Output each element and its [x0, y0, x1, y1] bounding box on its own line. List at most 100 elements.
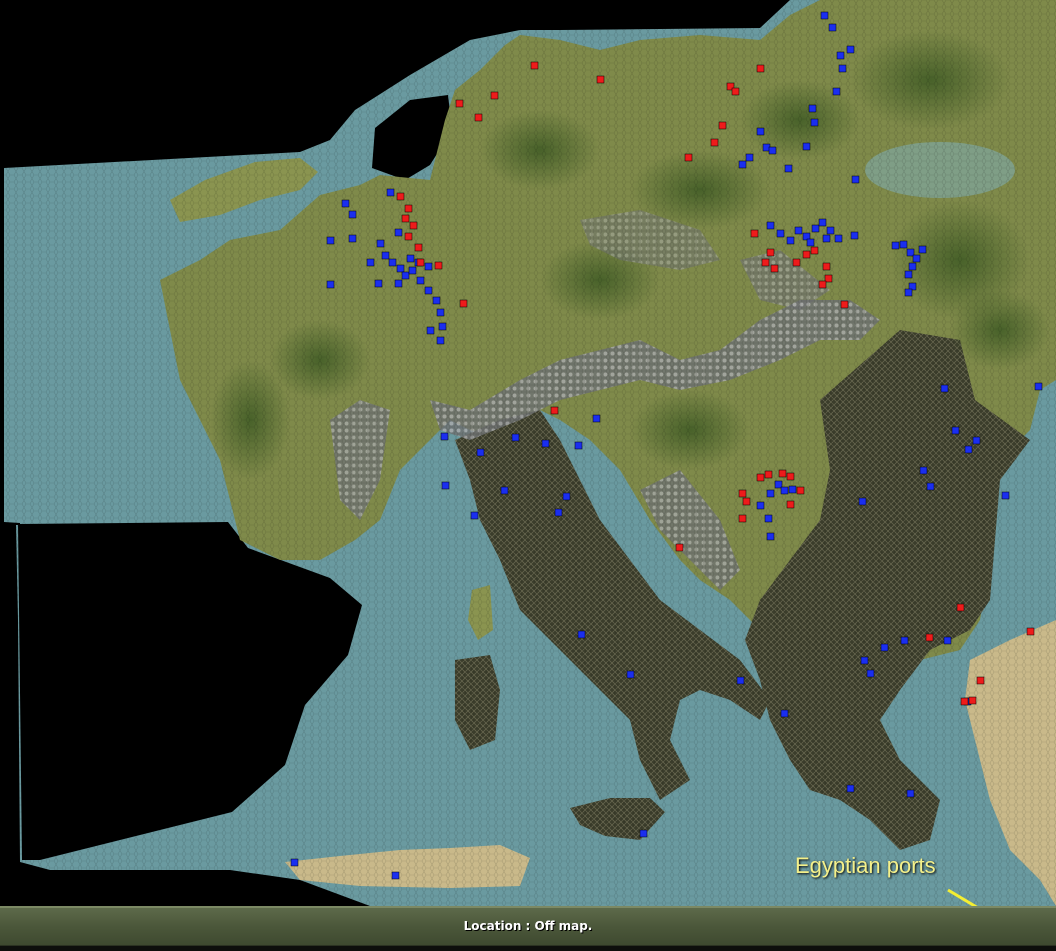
allied-unit-marker[interactable] [838, 64, 847, 73]
axis-unit-marker[interactable] [786, 500, 795, 509]
axis-unit-marker[interactable] [414, 243, 423, 252]
allied-unit-marker[interactable] [851, 175, 860, 184]
allied-unit-marker[interactable] [912, 254, 921, 263]
allied-unit-marker[interactable] [919, 466, 928, 475]
allied-unit-marker[interactable] [374, 279, 383, 288]
allied-unit-marker[interactable] [880, 643, 889, 652]
allied-unit-marker[interactable] [436, 308, 445, 317]
allied-unit-marker[interactable] [626, 670, 635, 679]
allied-unit-marker[interactable] [900, 636, 909, 645]
allied-unit-marker[interactable] [386, 188, 395, 197]
allied-unit-marker[interactable] [866, 669, 875, 678]
axis-unit-marker[interactable] [756, 473, 765, 482]
allied-unit-marker[interactable] [846, 45, 855, 54]
allied-unit-marker[interactable] [745, 153, 754, 162]
allied-unit-marker[interactable] [388, 258, 397, 267]
allied-unit-marker[interactable] [906, 789, 915, 798]
axis-unit-marker[interactable] [490, 91, 499, 100]
allied-unit-marker[interactable] [562, 492, 571, 501]
axis-unit-marker[interactable] [530, 61, 539, 70]
allied-unit-marker[interactable] [441, 481, 450, 490]
allied-unit-marker[interactable] [476, 448, 485, 457]
allied-unit-marker[interactable] [766, 221, 775, 230]
axis-unit-marker[interactable] [956, 603, 965, 612]
allied-unit-marker[interactable] [326, 236, 335, 245]
allied-unit-marker[interactable] [639, 829, 648, 838]
axis-unit-marker[interactable] [756, 64, 765, 73]
allied-unit-marker[interactable] [391, 871, 400, 880]
axis-unit-marker[interactable] [822, 262, 831, 271]
allied-unit-marker[interactable] [972, 436, 981, 445]
allied-unit-marker[interactable] [756, 127, 765, 136]
allied-unit-marker[interactable] [780, 486, 789, 495]
allied-unit-marker[interactable] [470, 511, 479, 520]
allied-unit-marker[interactable] [918, 245, 927, 254]
allied-unit-marker[interactable] [436, 336, 445, 345]
allied-unit-marker[interactable] [768, 146, 777, 155]
allied-unit-marker[interactable] [788, 485, 797, 494]
axis-unit-marker[interactable] [960, 697, 969, 706]
axis-unit-marker[interactable] [796, 486, 805, 495]
axis-unit-marker[interactable] [455, 99, 464, 108]
axis-unit-marker[interactable] [675, 543, 684, 552]
axis-unit-marker[interactable] [778, 469, 787, 478]
allied-unit-marker[interactable] [577, 630, 586, 639]
allied-unit-marker[interactable] [810, 118, 819, 127]
allied-unit-marker[interactable] [766, 532, 775, 541]
axis-unit-marker[interactable] [474, 113, 483, 122]
allied-unit-marker[interactable] [406, 254, 415, 263]
allied-unit-marker[interactable] [794, 226, 803, 235]
axis-unit-marker[interactable] [770, 264, 779, 273]
allied-unit-marker[interactable] [541, 439, 550, 448]
allied-unit-marker[interactable] [500, 486, 509, 495]
axis-unit-marker[interactable] [968, 696, 977, 705]
allied-unit-marker[interactable] [834, 234, 843, 243]
axis-unit-marker[interactable] [416, 258, 425, 267]
allied-unit-marker[interactable] [826, 226, 835, 235]
allied-unit-marker[interactable] [832, 87, 841, 96]
allied-unit-marker[interactable] [904, 288, 913, 297]
allied-unit-marker[interactable] [511, 433, 520, 442]
allied-unit-marker[interactable] [860, 656, 869, 665]
axis-unit-marker[interactable] [550, 406, 559, 415]
axis-unit-marker[interactable] [766, 248, 775, 257]
axis-unit-marker[interactable] [976, 676, 985, 685]
allied-unit-marker[interactable] [326, 280, 335, 289]
axis-unit-marker[interactable] [742, 497, 751, 506]
allied-unit-marker[interactable] [396, 264, 405, 273]
axis-unit-marker[interactable] [684, 153, 693, 162]
axis-unit-marker[interactable] [409, 221, 418, 230]
allied-unit-marker[interactable] [766, 489, 775, 498]
allied-unit-marker[interactable] [786, 236, 795, 245]
allied-unit-marker[interactable] [891, 241, 900, 250]
allied-unit-marker[interactable] [818, 218, 827, 227]
axis-unit-marker[interactable] [810, 246, 819, 255]
allied-unit-marker[interactable] [394, 279, 403, 288]
allied-unit-marker[interactable] [780, 709, 789, 718]
allied-unit-marker[interactable] [806, 238, 815, 247]
axis-unit-marker[interactable] [802, 250, 811, 259]
allied-unit-marker[interactable] [1034, 382, 1043, 391]
allied-unit-marker[interactable] [408, 266, 417, 275]
allied-unit-marker[interactable] [858, 497, 867, 506]
allied-unit-marker[interactable] [394, 228, 403, 237]
allied-unit-marker[interactable] [943, 636, 952, 645]
allied-unit-marker[interactable] [432, 296, 441, 305]
allied-unit-marker[interactable] [764, 514, 773, 523]
axis-unit-marker[interactable] [738, 489, 747, 498]
allied-unit-marker[interactable] [756, 501, 765, 510]
allied-unit-marker[interactable] [554, 508, 563, 517]
allied-unit-marker[interactable] [290, 858, 299, 867]
allied-unit-marker[interactable] [376, 239, 385, 248]
axis-unit-marker[interactable] [459, 299, 468, 308]
allied-unit-marker[interactable] [808, 104, 817, 113]
allied-unit-marker[interactable] [1001, 491, 1010, 500]
allied-unit-marker[interactable] [828, 23, 837, 32]
allied-unit-marker[interactable] [846, 784, 855, 793]
allied-unit-marker[interactable] [348, 210, 357, 219]
axis-unit-marker[interactable] [792, 258, 801, 267]
axis-unit-marker[interactable] [738, 514, 747, 523]
allied-unit-marker[interactable] [426, 326, 435, 335]
allied-unit-marker[interactable] [381, 251, 390, 260]
axis-unit-marker[interactable] [818, 280, 827, 289]
